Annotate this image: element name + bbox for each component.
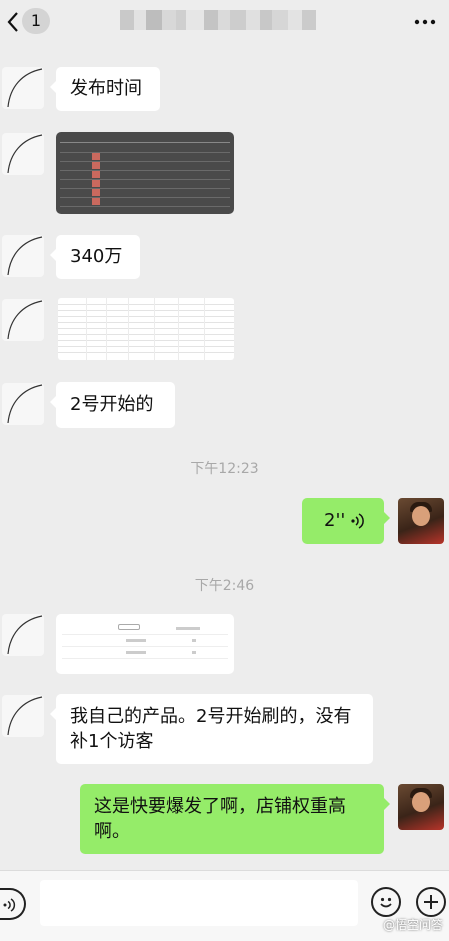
message-image[interactable] (58, 298, 234, 360)
avatar-sketch-icon (7, 300, 43, 340)
user-avatar[interactable] (398, 498, 444, 544)
contact-avatar[interactable] (2, 299, 44, 341)
voice-mode-icon[interactable] (0, 888, 26, 920)
message-bubble[interactable]: 340万 (50, 235, 140, 279)
chat-title-blurred (120, 10, 320, 30)
message-bubble[interactable]: 我自己的产品。2号开始刷的，没有补1个访客 (50, 694, 373, 764)
contact-avatar[interactable] (2, 67, 44, 109)
chat-header: 1 (0, 0, 449, 44)
message-input[interactable] (40, 880, 358, 926)
user-avatar[interactable] (398, 784, 444, 830)
plus-icon[interactable] (416, 887, 446, 917)
watermark: @悟空问答 (382, 918, 443, 932)
contact-avatar[interactable] (2, 235, 44, 277)
emoji-icon[interactable] (371, 887, 401, 917)
timestamp: 下午12:23 (190, 461, 259, 477)
voice-duration: 2'' (324, 510, 346, 531)
avatar-sketch-icon (7, 696, 43, 736)
avatar-sketch-icon (7, 384, 43, 424)
message-bubble[interactable]: 2号开始的 (50, 382, 175, 428)
message-image[interactable] (56, 132, 234, 214)
avatar-sketch-icon (7, 68, 43, 108)
contact-avatar[interactable] (2, 695, 44, 737)
contact-avatar[interactable] (2, 133, 44, 175)
unread-count-badge[interactable]: 1 (22, 8, 50, 34)
message-bubble[interactable]: 发布时间 (50, 67, 160, 111)
message-image[interactable] (56, 614, 234, 674)
avatar-sketch-icon (7, 236, 43, 276)
input-bar: @悟空问答 (0, 870, 449, 941)
contact-avatar[interactable] (2, 383, 44, 425)
avatar-sketch-icon (7, 134, 43, 174)
more-dots-icon[interactable] (413, 13, 437, 31)
voice-message-bubble[interactable]: 2'' (302, 498, 390, 544)
contact-avatar[interactable] (2, 614, 44, 656)
voice-wave-icon (351, 513, 364, 529)
timestamp: 下午2:46 (194, 578, 255, 594)
avatar-sketch-icon (7, 615, 43, 655)
message-bubble[interactable]: 这是快要爆发了啊，店铺权重高啊。 (80, 784, 390, 854)
back-arrow-icon[interactable] (6, 11, 20, 33)
